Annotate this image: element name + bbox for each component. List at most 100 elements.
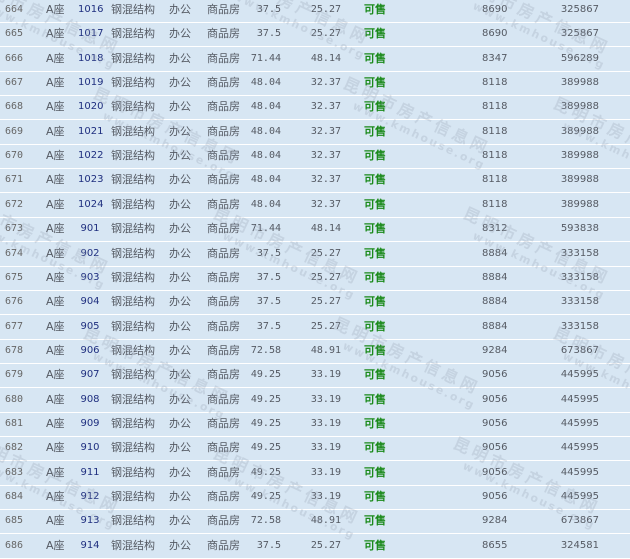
table-row: 685 A座 913 钢混结构 办公 商品房 72.58 48.91 可售 9284 673867 (0, 510, 630, 535)
inner-area-cell: 48.91 (310, 344, 341, 356)
unit-price-cell: 8118 (482, 198, 508, 210)
status-cell: 可售 (364, 173, 386, 187)
row-index: 665 (5, 28, 24, 40)
table-row: 667 A座 1019 钢混结构 办公 商品房 48.04 32.37 可售 8118 389988 (0, 72, 630, 97)
total-price-cell: 389988 (560, 125, 599, 137)
usage-cell: 办公 (169, 27, 191, 41)
inner-area-cell: 25.27 (310, 320, 341, 332)
room-number-cell: 902 (80, 247, 100, 259)
unit-price-cell: 8690 (482, 4, 508, 15)
usage-cell: 办公 (169, 100, 191, 114)
status-cell: 可售 (364, 416, 386, 430)
total-price-cell: 389988 (560, 150, 599, 162)
building-cell: A座 (46, 173, 65, 187)
structure-cell: 钢混结构 (111, 149, 155, 163)
structure-cell: 钢混结构 (111, 246, 155, 260)
room-number-cell: 905 (80, 320, 100, 332)
building-area-cell: 72.58 (250, 515, 281, 527)
status-cell: 可售 (364, 51, 386, 65)
table-row: 671 A座 1023 钢混结构 办公 商品房 48.04 32.37 可售 8118 389988 (0, 169, 630, 194)
building-area-cell: 37.5 (256, 320, 281, 332)
table-row: 686 A座 914 钢混结构 办公 商品房 37.5 25.27 可售 8655 324581 (0, 535, 630, 559)
structure-cell: 钢混结构 (111, 538, 155, 552)
row-index: 666 (5, 52, 24, 64)
inner-area-cell: 32.37 (310, 77, 341, 89)
table-row: 675 A座 903 钢混结构 办公 商品房 37.5 25.27 可售 8884 333158 (0, 267, 630, 291)
inner-area-cell: 33.19 (310, 466, 341, 478)
room-number-cell: 903 (80, 271, 100, 283)
row-index: 664 (5, 4, 24, 15)
room-number-cell: 1017 (78, 28, 104, 40)
row-index: 671 (5, 174, 24, 186)
inner-area-cell: 25.27 (310, 4, 341, 15)
unit-price-cell: 8884 (482, 247, 508, 259)
table-row: 674 A座 902 钢混结构 办公 商品房 37.5 25.27 可售 8884 333158 (0, 243, 630, 267)
room-number-cell: 910 (80, 442, 100, 454)
table-row: 668 A座 1020 钢混结构 办公 商品房 48.04 32.37 可售 8118 389988 (0, 96, 630, 121)
inner-area-cell: 25.27 (310, 28, 341, 40)
building-area-cell: 71.44 (250, 223, 281, 235)
inner-area-cell: 33.19 (310, 417, 341, 429)
unit-price-cell: 8884 (482, 296, 508, 308)
inner-area-cell: 48.91 (310, 515, 341, 527)
unit-price-cell: 8690 (482, 28, 508, 40)
building-area-cell: 72.58 (250, 344, 281, 356)
room-number-cell: 904 (80, 296, 100, 308)
room-number-cell: 914 (80, 539, 100, 551)
structure-cell: 钢混结构 (111, 392, 155, 406)
building-area-cell: 49.25 (250, 369, 281, 381)
unit-price-cell: 8118 (482, 101, 508, 113)
total-price-cell: 325867 (560, 4, 599, 15)
inner-area-cell: 48.14 (310, 223, 341, 235)
row-index: 670 (5, 150, 24, 162)
status-cell: 可售 (364, 270, 386, 284)
table-row: 676 A座 904 钢混结构 办公 商品房 37.5 25.27 可售 8884 333158 (0, 291, 630, 316)
building-area-cell: 49.25 (250, 442, 281, 454)
inner-area-cell: 48.14 (310, 52, 341, 64)
inner-area-cell: 32.37 (310, 125, 341, 137)
row-index: 669 (5, 125, 24, 137)
total-price-cell: 333158 (560, 320, 599, 332)
inner-area-cell: 33.19 (310, 442, 341, 454)
total-price-cell: 445995 (560, 393, 599, 405)
table-row: 673 A座 901 钢混结构 办公 商品房 71.44 48.14 可售 8312 593838 (0, 218, 630, 243)
table-row: 677 A座 905 钢混结构 办公 商品房 37.5 25.27 可售 8884 333158 (0, 316, 630, 340)
building-area-cell: 48.04 (250, 150, 281, 162)
building-area-cell: 37.5 (256, 4, 281, 15)
row-index: 675 (5, 271, 24, 283)
building-cell: A座 (46, 392, 65, 406)
status-cell: 可售 (364, 124, 386, 138)
table-row: 665 A座 1017 钢混结构 办公 商品房 37.5 25.27 可售 8690 325867 (0, 23, 630, 48)
inner-area-cell: 33.19 (310, 393, 341, 405)
table-row: 681 A座 909 钢混结构 办公 商品房 49.25 33.19 可售 9056 445995 (0, 413, 630, 437)
status-cell: 可售 (364, 246, 386, 260)
room-number-cell: 1018 (78, 52, 104, 64)
total-price-cell: 333158 (560, 296, 599, 308)
usage-cell: 办公 (169, 392, 191, 406)
row-index: 682 (5, 442, 24, 454)
unit-price-cell: 9056 (482, 491, 508, 502)
total-price-cell: 389988 (560, 198, 599, 210)
building-area-cell: 37.5 (256, 539, 281, 551)
total-price-cell: 333158 (560, 247, 599, 259)
unit-price-cell: 9284 (482, 344, 508, 356)
structure-cell: 钢混结构 (111, 441, 155, 455)
unit-price-cell: 8884 (482, 320, 508, 332)
building-area-cell: 49.25 (250, 491, 281, 502)
room-number-cell: 907 (80, 369, 100, 381)
building-area-cell: 49.25 (250, 466, 281, 478)
inner-area-cell: 33.19 (310, 369, 341, 381)
building-area-cell: 37.5 (256, 28, 281, 40)
building-cell: A座 (46, 197, 65, 211)
building-cell: A座 (46, 124, 65, 138)
room-number-cell: 909 (80, 417, 100, 429)
usage-cell: 办公 (169, 416, 191, 430)
room-number-cell: 908 (80, 393, 100, 405)
unit-price-cell: 8312 (482, 223, 508, 235)
row-index: 678 (5, 344, 24, 356)
table-row: 684 A座 912 钢混结构 办公 商品房 49.25 33.19 可售 9056 445995 (0, 486, 630, 510)
table-row: 664 A座 1016 钢混结构 办公 商品房 37.5 25.27 可售 8690 325867 (0, 0, 630, 23)
row-index: 668 (5, 101, 24, 113)
inner-area-cell: 25.27 (310, 271, 341, 283)
status-cell: 可售 (364, 441, 386, 455)
